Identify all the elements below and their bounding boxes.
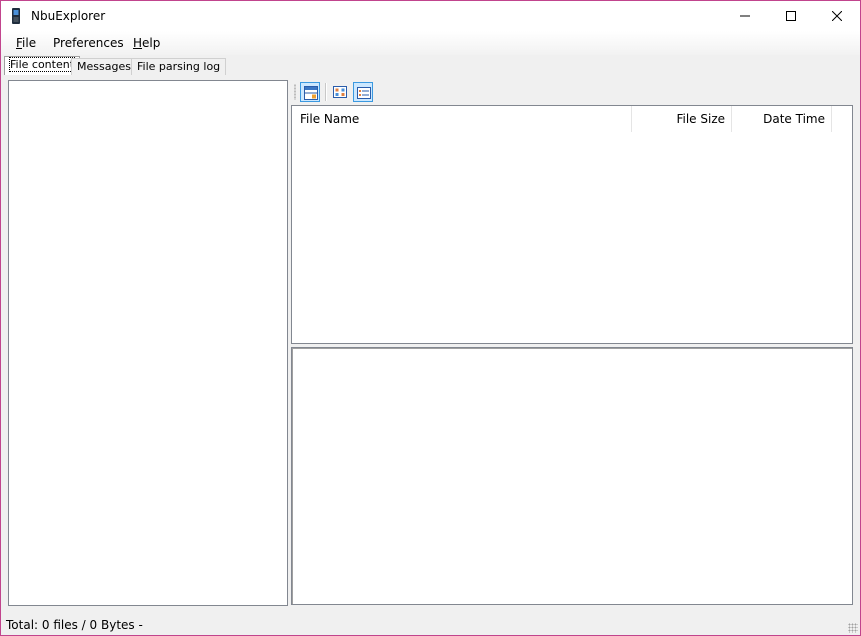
toggle-preview-button[interactable] (300, 82, 320, 102)
status-total: Total: 0 files / 0 Bytes - (6, 618, 143, 632)
tab-file-parsing-log-label: File parsing log (137, 60, 221, 73)
tab-file-parsing-log[interactable]: File parsing log (131, 58, 227, 75)
maximize-button[interactable] (768, 1, 814, 31)
tab-strip: File content Messages File parsing log (1, 56, 860, 76)
tab-file-content[interactable]: File content (4, 56, 81, 75)
details-view-button[interactable] (353, 82, 373, 102)
main-window: NbuExplorer File Preferences Help File c… (0, 0, 861, 636)
menu-preferences[interactable]: Preferences (53, 36, 124, 50)
status-bar: Total: 0 files / 0 Bytes - (1, 613, 860, 635)
tab-file-content-label: File content (8, 57, 76, 72)
view-toolbar (290, 80, 853, 104)
minimize-button[interactable] (722, 1, 768, 31)
file-list-view[interactable]: File Name File Size Date Time (291, 105, 853, 344)
file-preview-pane[interactable] (291, 347, 853, 605)
menu-file[interactable]: File (16, 36, 36, 50)
toolbar-grip[interactable] (294, 84, 296, 100)
menu-help-label: elp (142, 36, 161, 50)
large-icons-view-button[interactable] (330, 82, 350, 102)
toolbar-separator (325, 83, 327, 101)
details-view-icon (357, 87, 371, 99)
title-bar[interactable]: NbuExplorer (1, 1, 860, 31)
large-icons-view-icon (333, 86, 347, 98)
minimize-icon (740, 15, 750, 17)
column-header-file-name[interactable]: File Name (292, 106, 632, 132)
column-header-file-size[interactable]: File Size (632, 106, 732, 132)
window-title: NbuExplorer (31, 9, 106, 23)
view-preview-icon (304, 86, 318, 100)
close-icon (832, 11, 842, 21)
menu-help-accel: H (133, 36, 143, 50)
tab-messages-label: Messages (77, 60, 131, 73)
maximize-icon (786, 11, 796, 21)
menu-preferences-label: Preferences (53, 36, 124, 50)
resize-grip[interactable] (848, 623, 858, 633)
file-tree-view[interactable] (8, 80, 288, 606)
tab-messages[interactable]: Messages (71, 58, 137, 75)
menu-file-label: ile (22, 36, 37, 50)
menu-bar: File Preferences Help (1, 31, 860, 55)
menu-help[interactable]: Help (133, 36, 160, 50)
phone-app-icon (12, 8, 20, 24)
column-header-date-time[interactable]: Date Time (732, 106, 832, 132)
close-button[interactable] (814, 1, 860, 31)
